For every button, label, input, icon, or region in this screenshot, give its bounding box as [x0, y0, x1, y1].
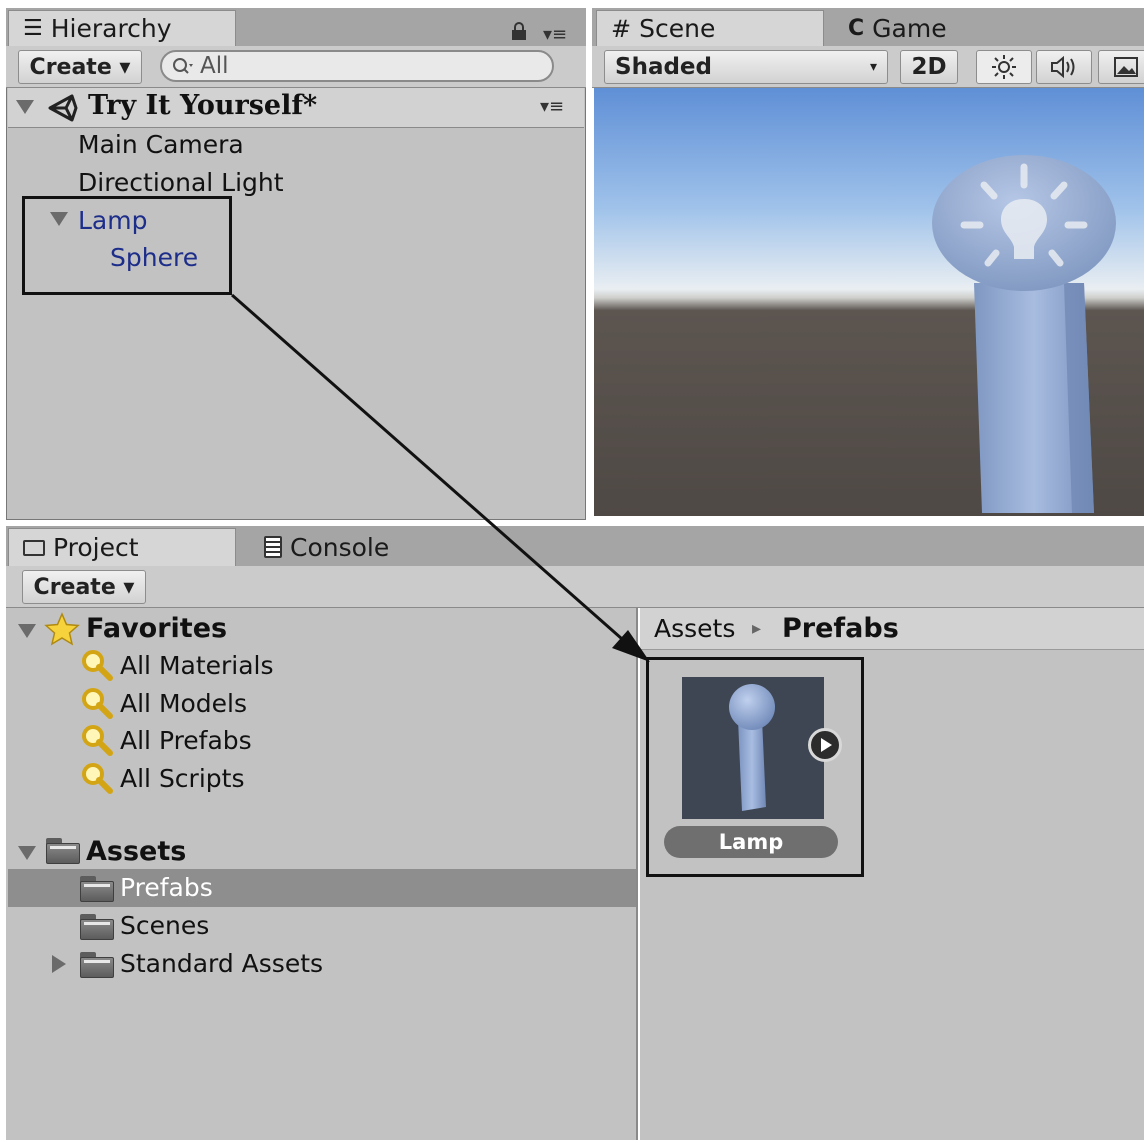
expand-arrow-icon[interactable] — [16, 100, 34, 114]
hierarchy-item-directional-light[interactable]: Directional Light — [78, 168, 284, 197]
list-icon: ☰ — [23, 16, 43, 41]
effects-toggle-button[interactable] — [1098, 50, 1144, 84]
folder-icon — [80, 876, 114, 902]
shading-mode-dropdown[interactable]: Shaded ▾ — [604, 50, 888, 84]
favorite-all-materials[interactable]: All Materials — [120, 651, 274, 680]
favorite-all-scripts[interactable]: All Scripts — [120, 764, 244, 793]
search-filter-icon — [82, 688, 113, 719]
hierarchy-create-button[interactable]: Create ▾ — [18, 50, 142, 84]
audio-toggle-button[interactable] — [1036, 50, 1092, 84]
console-icon — [264, 536, 282, 558]
tab-console[interactable]: Console — [250, 528, 490, 566]
project-create-button[interactable]: Create ▾ — [22, 570, 146, 604]
game-controller-icon: C — [848, 15, 865, 41]
prefab-expand-icon[interactable] — [808, 728, 842, 762]
prefab-tile-lamp[interactable] — [682, 677, 824, 819]
search-icon — [173, 58, 193, 74]
scene-name: Try It Yourself* — [88, 90, 318, 121]
breadcrumb-separator-icon: ▸ — [752, 618, 762, 639]
breadcrumb-assets[interactable]: Assets — [654, 614, 735, 643]
folder-icon — [80, 914, 114, 940]
breadcrumb-prefabs[interactable]: Prefabs — [782, 613, 899, 644]
scene-menu-icon[interactable]: ▾≡ — [540, 96, 564, 117]
search-filter-icon — [82, 763, 113, 794]
unity-scene-icon — [48, 94, 78, 122]
folder-tab-icon — [23, 539, 45, 556]
sun-icon — [992, 55, 1016, 79]
tab-hierarchy[interactable]: ☰ Hierarchy — [8, 10, 236, 46]
assets-label[interactable]: Assets — [86, 836, 186, 867]
favorite-all-models[interactable]: All Models — [120, 689, 247, 718]
toggle-2d-button[interactable]: 2D — [900, 50, 958, 84]
project-toolbar — [6, 566, 1144, 608]
grid-icon: # — [611, 14, 632, 43]
favorites-label[interactable]: Favorites — [86, 613, 227, 644]
search-filter-icon — [82, 650, 113, 681]
assets-expand-arrow-icon[interactable] — [18, 846, 36, 860]
light-bulb-gizmo-icon — [960, 163, 1088, 267]
favorites-expand-arrow-icon[interactable] — [18, 624, 36, 638]
standard-assets-expand-arrow-icon[interactable] — [52, 955, 66, 973]
hierarchy-search-input[interactable]: All — [160, 50, 554, 82]
lighting-toggle-button[interactable] — [976, 50, 1032, 84]
image-icon — [1114, 57, 1138, 77]
tab-game[interactable]: C Game — [834, 10, 1074, 46]
tab-scene[interactable]: # Scene — [596, 10, 824, 46]
lamp-highlight-box — [22, 196, 232, 295]
favorite-all-prefabs[interactable]: All Prefabs — [120, 726, 252, 755]
folder-icon — [46, 838, 80, 864]
prefab-label-lamp[interactable]: Lamp — [664, 826, 838, 858]
tab-project[interactable]: Project — [8, 528, 236, 566]
lock-icon[interactable] — [512, 22, 526, 40]
panel-menu-icon[interactable]: ▾≡ — [543, 24, 567, 45]
hierarchy-item-main-camera[interactable]: Main Camera — [78, 130, 244, 159]
lamp-3d-model — [932, 155, 1116, 513]
folder-prefabs[interactable]: Prefabs — [120, 873, 213, 902]
folder-icon — [80, 952, 114, 978]
folder-standard-assets[interactable]: Standard Assets — [120, 949, 323, 978]
folder-scenes[interactable]: Scenes — [120, 911, 209, 940]
speaker-icon — [1051, 55, 1075, 79]
dropdown-arrow-icon: ▾ — [869, 59, 877, 75]
scene-viewport[interactable] — [594, 88, 1144, 516]
lamp-prefab-thumbnail — [729, 684, 775, 811]
search-filter-icon — [82, 725, 113, 756]
star-icon — [44, 612, 80, 646]
